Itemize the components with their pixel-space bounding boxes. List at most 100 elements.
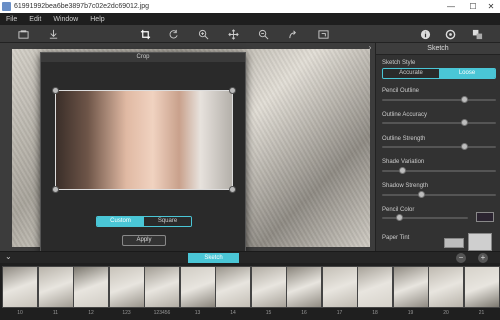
filmstrip-thumbnail[interactable]: 10 bbox=[2, 266, 38, 320]
pan-icon[interactable] bbox=[226, 27, 240, 41]
sketch-settings-panel: Sketch Sketch Style Accurate Loose Penci… bbox=[375, 43, 500, 251]
thumbnail-image bbox=[428, 266, 464, 308]
crop-mode-custom[interactable]: Custom bbox=[97, 217, 144, 226]
filmstrip-tab-sketch[interactable]: Sketch bbox=[188, 253, 239, 263]
sketch-style-selector: Accurate Loose bbox=[382, 68, 496, 79]
style-loose-button[interactable]: Loose bbox=[439, 69, 495, 78]
shadow-strength-thumb[interactable] bbox=[418, 191, 426, 198]
effects-icon[interactable] bbox=[470, 27, 484, 41]
filmstrip-bar: ⌄ Sketch − + bbox=[0, 251, 500, 263]
thumbnail-image bbox=[250, 266, 287, 308]
crop-handle-top-left[interactable] bbox=[52, 87, 59, 94]
thumbnail-label: 17 bbox=[336, 310, 343, 316]
filmstrip-thumbnail[interactable]: 123456 bbox=[144, 266, 180, 320]
fit-icon[interactable] bbox=[316, 27, 330, 41]
outline-accuracy-slider[interactable] bbox=[382, 122, 496, 124]
crop-handle-top-right[interactable] bbox=[229, 87, 236, 94]
filmstrip: 10 11 12 123 123456 13 14 15 16 17 18 19 20 21 bbox=[0, 263, 500, 320]
pencil-color-thumb[interactable] bbox=[395, 214, 403, 221]
filmstrip-thumbnail[interactable]: 17 bbox=[321, 266, 358, 320]
save-icon[interactable] bbox=[46, 27, 60, 41]
app-icon bbox=[2, 2, 11, 11]
zoom-in-icon[interactable] bbox=[196, 27, 210, 41]
outline-strength-slider[interactable] bbox=[382, 146, 496, 148]
filmstrip-collapse-icon[interactable]: ⌄ bbox=[5, 252, 12, 261]
outline-strength-label: Outline Strength bbox=[382, 136, 426, 142]
menu-edit[interactable]: Edit bbox=[29, 16, 41, 23]
thumbnail-image bbox=[2, 266, 38, 308]
crop-handle-bottom-left[interactable] bbox=[52, 186, 59, 193]
thumbnail-label: 11 bbox=[52, 310, 59, 316]
panel-collapse-button[interactable]: › bbox=[365, 43, 375, 53]
menu-help[interactable]: Help bbox=[90, 16, 104, 23]
thumbnail-label: 16 bbox=[301, 310, 307, 316]
shade-variation-thumb[interactable] bbox=[399, 167, 407, 174]
filmstrip-thumbnail[interactable]: 16 bbox=[286, 266, 322, 320]
crop-mode-square[interactable]: Square bbox=[144, 217, 191, 226]
outline-accuracy-label: Outline Accuracy bbox=[382, 112, 428, 118]
menu-window[interactable]: Window bbox=[53, 16, 78, 23]
thumbnail-image bbox=[321, 266, 358, 308]
filmstrip-thumbnail[interactable]: 12 bbox=[73, 266, 109, 320]
crop-preview-image bbox=[55, 90, 233, 190]
pencil-outline-label: Pencil Outline bbox=[382, 88, 420, 94]
toolbar bbox=[0, 25, 500, 43]
remove-preset-button[interactable]: − bbox=[456, 253, 466, 263]
pencil-outline-slider[interactable] bbox=[382, 99, 496, 101]
thumbnail-image bbox=[179, 266, 216, 308]
close-button[interactable]: ✕ bbox=[480, 0, 500, 13]
filmstrip-thumbnail[interactable]: 19 bbox=[392, 266, 429, 320]
pencil-color-swatch[interactable] bbox=[476, 212, 494, 222]
style-accurate-button[interactable]: Accurate bbox=[383, 69, 439, 78]
zoom-out-icon[interactable] bbox=[256, 27, 270, 41]
panel-title: Sketch bbox=[376, 43, 500, 55]
thumbnail-label: 15 bbox=[265, 310, 272, 316]
crop-handle-bottom-right[interactable] bbox=[229, 186, 236, 193]
thumbnail-label: 20 bbox=[443, 310, 449, 316]
thumbnail-label: 123 bbox=[122, 310, 131, 316]
shadow-strength-slider[interactable] bbox=[382, 194, 496, 196]
info-icon[interactable] bbox=[418, 27, 432, 41]
thumbnail-image bbox=[215, 266, 251, 308]
add-preset-button[interactable]: + bbox=[478, 253, 488, 263]
shadow-strength-label: Shadow Strength bbox=[382, 183, 429, 189]
outline-accuracy-thumb[interactable] bbox=[460, 119, 468, 126]
outline-strength-thumb[interactable] bbox=[460, 143, 468, 150]
minimize-button[interactable]: — bbox=[440, 0, 462, 13]
settings-icon[interactable] bbox=[443, 27, 457, 41]
pencil-color-label: Pencil Color bbox=[382, 207, 415, 213]
thumbnail-label: 123456 bbox=[153, 310, 171, 316]
crop-dialog-title: Crop bbox=[41, 53, 245, 62]
thumbnail-image bbox=[286, 266, 322, 308]
apply-button[interactable]: Apply bbox=[122, 235, 166, 246]
paper-tint-preview[interactable] bbox=[468, 233, 492, 251]
filmstrip-thumbnail[interactable]: 13 bbox=[179, 266, 216, 320]
filmstrip-thumbnail[interactable]: 15 bbox=[250, 266, 287, 320]
thumbnail-image bbox=[108, 266, 145, 308]
pencil-outline-thumb[interactable] bbox=[460, 96, 468, 103]
pencil-color-slider[interactable] bbox=[382, 217, 468, 219]
redo-icon[interactable] bbox=[286, 27, 300, 41]
paper-tint-label: Paper Tint bbox=[382, 235, 410, 241]
thumbnail-label: 19 bbox=[407, 310, 414, 316]
filmstrip-thumbnail[interactable]: 21 bbox=[463, 266, 500, 320]
rotate-icon[interactable] bbox=[166, 27, 180, 41]
filmstrip-thumbnail[interactable]: 11 bbox=[37, 266, 74, 320]
thumbnail-image bbox=[37, 266, 74, 308]
filmstrip-thumbnail[interactable]: 20 bbox=[428, 266, 464, 320]
thumbnail-image bbox=[144, 266, 180, 308]
window-title: 61991992bea6be3897b7c02e2dc69012.jpg bbox=[14, 3, 150, 10]
thumbnail-label: 10 bbox=[17, 310, 23, 316]
thumbnail-image bbox=[73, 266, 109, 308]
crop-icon[interactable] bbox=[138, 27, 152, 41]
filmstrip-thumbnail[interactable]: 14 bbox=[215, 266, 251, 320]
filmstrip-thumbnail[interactable]: 123 bbox=[108, 266, 145, 320]
open-icon[interactable] bbox=[16, 27, 30, 41]
filmstrip-thumbnail[interactable]: 18 bbox=[357, 266, 393, 320]
thumbnail-label: 13 bbox=[194, 310, 201, 316]
paper-tint-swatch[interactable] bbox=[444, 238, 464, 248]
menu-file[interactable]: File bbox=[6, 16, 17, 23]
thumbnail-label: 12 bbox=[88, 310, 94, 316]
thumbnail-image bbox=[357, 266, 393, 308]
menu-bar: File Edit Window Help bbox=[0, 13, 500, 25]
